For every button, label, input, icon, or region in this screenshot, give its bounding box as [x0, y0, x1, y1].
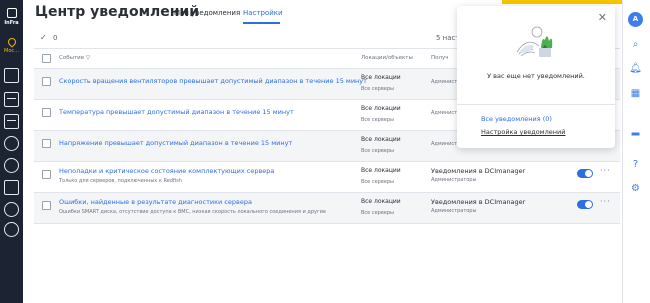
event-link[interactable]: Ошибки, найденные в результате диагности… — [59, 198, 252, 206]
left-sidebar: InFra Мос... — [0, 0, 23, 303]
filter-icon[interactable]: ▽ — [86, 55, 90, 61]
locations-value: Все локации — [361, 198, 401, 205]
popover-divider — [457, 104, 615, 105]
table-row[interactable]: Неполадки и критическое состояние компле… — [34, 162, 620, 193]
chart-icon[interactable]: ▂ — [629, 124, 642, 137]
location-pin-icon — [5, 36, 18, 48]
servers-value: Все серверы — [361, 148, 394, 154]
layers-icon[interactable] — [4, 92, 19, 107]
notifications-popover: ✕ У вас еще нет уведомлений. Все уведомл… — [457, 6, 615, 148]
help-icon[interactable]: ? — [629, 158, 642, 171]
selected-count: 0 — [53, 34, 58, 42]
check-icon[interactable]: ✓ — [40, 33, 47, 42]
gear-icon[interactable]: ⚙ — [629, 182, 642, 195]
empty-notifications-illustration — [516, 26, 553, 57]
network-icon[interactable] — [4, 158, 19, 173]
tab-my-notifications[interactable]: Мои уведомления — [174, 9, 240, 17]
locations-value: Все локации — [361, 167, 401, 174]
locations-value: Все локации — [361, 136, 401, 143]
power-icon[interactable] — [4, 136, 19, 151]
recipient-value: Уведомления в DCImanager — [431, 167, 526, 175]
right-sidebar: A ⌕ 🔔︎ ▦ ▂ ? ⚙ — [622, 0, 650, 303]
grid-icon[interactable]: ▦ — [629, 87, 642, 100]
select-all-checkbox[interactable] — [42, 54, 51, 63]
notification-settings-link[interactable]: Настройка уведомлений — [481, 128, 565, 136]
row-checkbox[interactable] — [42, 77, 51, 86]
servers-value: Все серверы — [361, 210, 394, 216]
more-options-icon[interactable]: ··· — [600, 197, 611, 206]
recipient-value: Уведомления в DCImanager — [431, 198, 526, 206]
storage-icon[interactable] — [4, 180, 19, 195]
active-tab-indicator — [243, 22, 280, 24]
servers-value: Все серверы — [361, 179, 394, 185]
settings-count: 5 наст — [436, 34, 460, 42]
event-description: Ошибки SMART диска, отсутствие доступа к… — [59, 209, 326, 215]
warehouse-icon[interactable] — [4, 202, 19, 217]
event-description: Только для серверов, подключенных к Redf… — [59, 178, 182, 184]
close-icon[interactable]: ✕ — [598, 11, 607, 24]
event-link[interactable]: Неполадки и критическое состояние компле… — [59, 167, 274, 175]
event-link[interactable]: Напряжение превышает допустимый диапазон… — [59, 139, 292, 147]
recipient-sub: Администраторы — [431, 208, 477, 214]
logo-icon — [6, 8, 17, 18]
all-notifications-link[interactable]: Все уведомления (0) — [481, 115, 552, 123]
dashboard-icon[interactable] — [4, 68, 19, 83]
row-checkbox[interactable] — [42, 201, 51, 210]
row-checkbox[interactable] — [42, 170, 51, 179]
logo-text: InFra — [4, 20, 19, 26]
servers-value: Все серверы — [361, 117, 394, 123]
user-icon[interactable] — [4, 222, 19, 237]
column-header-event[interactable]: Событие ▽ — [59, 55, 90, 61]
location-label: Мос... — [4, 48, 19, 54]
locations-value: Все локации — [361, 105, 401, 112]
location-selector[interactable]: Мос... — [0, 36, 23, 60]
locations-value: Все локации — [361, 74, 401, 81]
server-icon[interactable] — [4, 114, 19, 129]
event-link[interactable]: Скорость вращения вентиляторов превышает… — [59, 77, 367, 85]
bell-icon[interactable]: 🔔︎ — [629, 62, 642, 75]
table-row[interactable]: Ошибки, найденные в результате диагности… — [34, 193, 620, 224]
column-header-recipient: Получ — [431, 55, 449, 61]
avatar[interactable]: A — [628, 12, 643, 27]
app-logo[interactable]: InFra — [0, 4, 23, 34]
recipient-sub: Администраторы — [431, 177, 477, 183]
row-checkbox[interactable] — [42, 139, 51, 148]
event-link[interactable]: Температура превышает допустимый диапазо… — [59, 108, 294, 116]
enable-toggle[interactable] — [577, 200, 593, 209]
row-checkbox[interactable] — [42, 108, 51, 117]
enable-toggle[interactable] — [577, 169, 593, 178]
column-header-locations: Локации/объекты — [361, 55, 413, 61]
search-icon[interactable]: ⌕ — [629, 38, 642, 51]
tab-settings[interactable]: Настройки — [243, 9, 283, 17]
servers-value: Все серверы — [361, 86, 394, 92]
more-options-icon[interactable]: ··· — [600, 166, 611, 175]
header-accent-bar — [502, 0, 622, 4]
empty-state-text: У вас еще нет уведомлений. — [487, 72, 585, 80]
